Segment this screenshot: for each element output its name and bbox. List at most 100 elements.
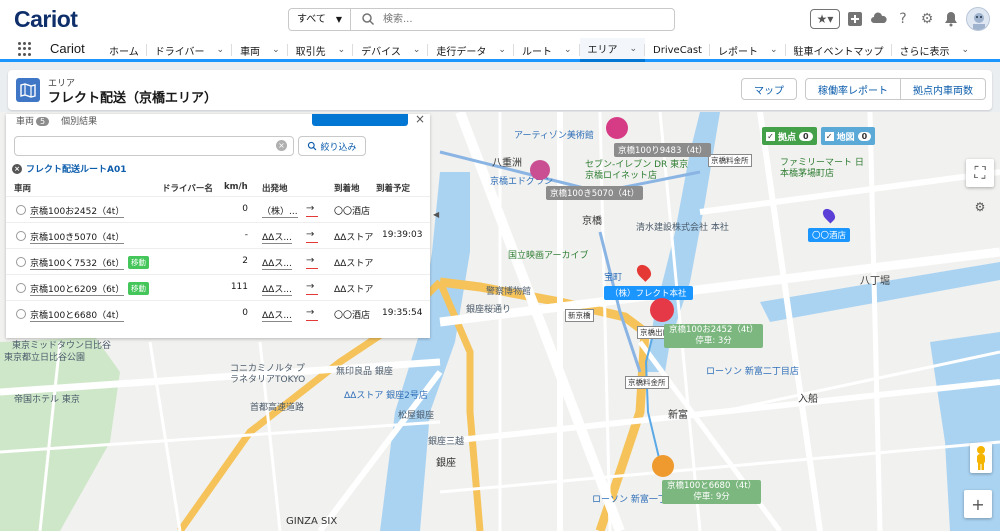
column-header-destination[interactable]: 到着地 (334, 182, 360, 194)
help-icon[interactable]: ? (894, 10, 912, 28)
chevron-down-icon[interactable]: ⌄ (770, 45, 778, 55)
table-row[interactable]: 京橋100お2452（4t） 0 （株）... → 〇〇酒店 (6, 196, 430, 222)
nav-item[interactable]: さらに表示 ⌄ (892, 38, 978, 62)
route-filter-pill[interactable]: × フレクト配送ルートA01 (12, 162, 127, 175)
utilization-report-button[interactable]: 稼働率レポート (805, 78, 901, 100)
street-view-pegman-icon[interactable] (970, 443, 992, 473)
chevron-down-icon[interactable]: ⌄ (630, 44, 638, 54)
favorites-star-icon[interactable]: ★▾ (810, 9, 840, 29)
column-header-vehicle[interactable]: 車両 (14, 182, 31, 194)
collapse-panel-icon[interactable]: ◀ (433, 210, 440, 224)
stop-marker[interactable] (650, 298, 674, 322)
nav-item[interactable]: 車両 ⌄ (232, 38, 288, 62)
map-button[interactable]: マップ (741, 78, 797, 100)
map-label: 東京ミッドタウン日比谷 (12, 341, 112, 351)
column-header-origin[interactable]: 出発地 (262, 182, 288, 194)
cariot-logo[interactable]: Cariot (14, 6, 78, 33)
app-launcher-icon[interactable] (18, 42, 32, 56)
chevron-down-icon[interactable]: ⌄ (338, 45, 346, 55)
remove-filter-icon[interactable]: × (12, 163, 22, 174)
chevron-down-icon[interactable]: ⌄ (498, 45, 506, 55)
nav-item[interactable]: ルート ⌄ (514, 38, 580, 62)
tab-vehicles[interactable]: 車両 5 (16, 114, 50, 128)
panel-action-button[interactable] (312, 114, 408, 126)
global-search: すべて ▼ (288, 8, 675, 31)
search-scope-select[interactable]: すべて ▼ (289, 9, 351, 30)
route-title: フレクト配送ルートA01 (26, 165, 127, 175)
row-radio[interactable] (16, 205, 26, 215)
legend-label: 拠点 (778, 132, 797, 143)
zoom-in-icon[interactable]: + (964, 490, 992, 518)
map-label: 松屋銀座 (398, 411, 435, 421)
nav-item[interactable]: 駐車イベントマップ (786, 38, 892, 62)
nav-item[interactable]: 走行データ ⌄ (428, 38, 514, 62)
chevron-down-icon[interactable]: ⌄ (564, 45, 572, 55)
stop-label[interactable]: 京橋100お2452（4t） 停車: 3分 (664, 324, 764, 348)
nav-item[interactable]: エリア ⌄ (579, 38, 646, 62)
tab-individual-results[interactable]: 個別結果 (61, 114, 97, 128)
nav-item[interactable]: DriveCast (645, 38, 710, 62)
vehicle-name-link[interactable]: 京橋100く7532（6t） (30, 256, 125, 270)
gear-icon[interactable]: ⚙ (918, 10, 936, 28)
legend-map-toggle[interactable]: ✓ 地図 0 (820, 127, 876, 145)
vehicle-marker[interactable] (530, 160, 550, 180)
chevron-down-icon[interactable]: ⌄ (413, 45, 421, 55)
table-row[interactable]: 京橋100と6680（4t） 0 ΔΔス... → 〇〇酒店 19:35:54 (6, 300, 430, 326)
vehicle-name-link[interactable]: 京橋100と6680（4t） (30, 308, 125, 322)
row-radio[interactable] (16, 283, 26, 293)
map-label: 新富 (668, 410, 688, 421)
stop-label-duration: 停車: 3分 (695, 336, 732, 346)
nav-item[interactable]: デバイス ⌄ (353, 38, 429, 62)
bell-icon[interactable] (942, 10, 960, 28)
cloud-guidance-icon[interactable] (870, 10, 888, 28)
search-input[interactable] (383, 11, 663, 28)
row-radio[interactable] (16, 309, 26, 319)
vehicle-name-link[interactable]: 京橋100き5070（4t） (30, 230, 125, 244)
row-radio[interactable] (16, 231, 26, 241)
fullscreen-icon[interactable]: ⛶ (966, 159, 994, 187)
chevron-down-icon[interactable]: ⌄ (962, 45, 970, 55)
hq-label[interactable]: （株）フレクト本社 (604, 286, 693, 300)
nav-item[interactable]: ドライバー ⌄ (147, 38, 233, 62)
row-radio[interactable] (16, 257, 26, 267)
vehicle-label[interactable]: 京橋100き5070（4t） (546, 186, 644, 200)
table-row[interactable]: 京橋100き5070（4t） - ΔΔス... → ΔΔストア 19:39:03 (6, 222, 430, 248)
legend-count: 0 (799, 131, 813, 141)
vehicle-name-link[interactable]: 京橋100と6209（6t） (30, 282, 125, 296)
clear-icon[interactable]: × (276, 140, 287, 151)
avatar[interactable] (966, 7, 990, 31)
nav-item[interactable]: レポート ⌄ (710, 38, 786, 62)
vehicle-name-link[interactable]: 京橋100お2452（4t） (30, 204, 125, 218)
stop-marker[interactable] (652, 455, 674, 477)
close-icon[interactable]: × (415, 112, 425, 126)
origin-link[interactable]: ΔΔス... (262, 230, 292, 244)
table-row[interactable]: 京橋100と6209（6t） 移動 111 ΔΔス... → ΔΔストア (6, 274, 430, 300)
settings-gear-icon[interactable]: ⚙ (966, 193, 994, 221)
chevron-down-icon[interactable]: ⌄ (272, 45, 280, 55)
origin-link[interactable]: ΔΔス... (262, 308, 292, 322)
stop-label[interactable]: 京橋100と6680（4t） 停車: 9分 (662, 480, 762, 504)
destination-name: ΔΔストア (334, 259, 374, 269)
map-label: コニカミノルタ プラネタリアTOKYO (230, 364, 306, 385)
legend-bases-toggle[interactable]: ✓ 拠点 0 (762, 127, 817, 145)
stop-label-title: 京橋100お2452（4t） (669, 325, 759, 335)
filter-button[interactable]: 絞り込み (298, 136, 366, 156)
shop-label[interactable]: 〇〇酒店 (808, 228, 851, 242)
column-header-driver[interactable]: ドライバー名 (162, 182, 213, 194)
nav-item[interactable]: 取引先 ⌄ (288, 38, 354, 62)
table-row[interactable]: 京橋100く7532（6t） 移動 2 ΔΔス... → ΔΔストア (6, 248, 430, 274)
vehicles-in-base-button[interactable]: 拠点内車両数 (901, 78, 986, 100)
origin-link[interactable]: ΔΔス... (262, 256, 292, 270)
column-header-eta[interactable]: 到着予定 (376, 182, 410, 194)
chevron-down-icon[interactable]: ⌄ (217, 45, 225, 55)
vehicle-marker[interactable] (606, 117, 628, 139)
origin-link[interactable]: （株）... (262, 204, 298, 218)
global-actions-plus-icon[interactable] (846, 10, 864, 28)
vehicle-search-input[interactable]: × (14, 136, 294, 156)
nav-item[interactable]: ホーム (101, 38, 147, 62)
column-header-speed[interactable]: km/h (224, 182, 248, 192)
origin-link[interactable]: ΔΔス... (262, 282, 292, 296)
vehicle-label[interactable]: 京橋100り9483（4t） (614, 143, 712, 157)
page-header-actions: マップ 稼働率レポート 拠点内車両数 (733, 78, 986, 100)
map-label: 京橋料金所 (708, 154, 752, 167)
